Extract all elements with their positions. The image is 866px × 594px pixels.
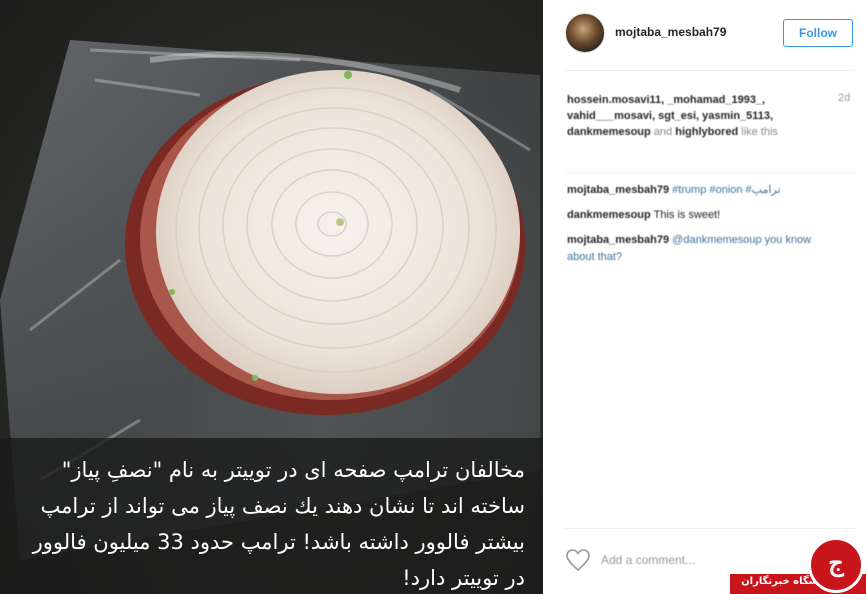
likes-suffix: like this: [741, 126, 778, 138]
comment-username[interactable]: mojtaba_mesbah79: [567, 234, 669, 246]
comment-text[interactable]: #trump #onion #ترامپ: [672, 184, 780, 196]
comment-username[interactable]: dankmemesoup: [567, 209, 651, 221]
post-sidebar: mojtaba_mesbah79 Follow hossein.mosavi11…: [543, 0, 866, 594]
comment-username[interactable]: mojtaba_mesbah79: [567, 184, 669, 196]
follow-button[interactable]: Follow: [783, 19, 853, 47]
heart-icon[interactable]: [565, 548, 591, 572]
comment-text: This is sweet!: [653, 209, 721, 221]
post-caption: مخالفان ترامپ صفحه ای در توییتر به نام "…: [0, 438, 543, 594]
comments-divider: [565, 528, 855, 529]
comment-item: mojtaba_mesbah79 #trump #onion #ترامپ: [567, 182, 837, 199]
comments-list: mojtaba_mesbah79 #trump #onion #ترامپ da…: [567, 182, 837, 274]
avatar[interactable]: [565, 13, 605, 53]
watermark-logo: ج: [808, 537, 864, 593]
username-link[interactable]: mojtaba_mesbah79: [615, 25, 726, 39]
post-timestamp: 2d: [838, 92, 851, 104]
comment-item: dankmemesoup This is sweet!: [567, 207, 837, 224]
header-divider: [565, 70, 855, 71]
likes-summary: hossein.mosavi11, _mohamad_1993_, vahid_…: [567, 92, 829, 140]
watermark-logo-glyph: ج: [828, 548, 844, 577]
post-photo: مخالفان ترامپ صفحه ای در توییتر به نام "…: [0, 0, 543, 594]
comment-input[interactable]: Add a comment...: [601, 553, 695, 567]
likes-and: and: [653, 126, 673, 138]
likes-last-user[interactable]: highlybored: [675, 126, 738, 138]
comment-item: mojtaba_mesbah79 @dankmemesoup you know …: [567, 232, 837, 266]
likes-divider: [565, 172, 855, 173]
post-header: mojtaba_mesbah79 Follow: [543, 0, 866, 70]
